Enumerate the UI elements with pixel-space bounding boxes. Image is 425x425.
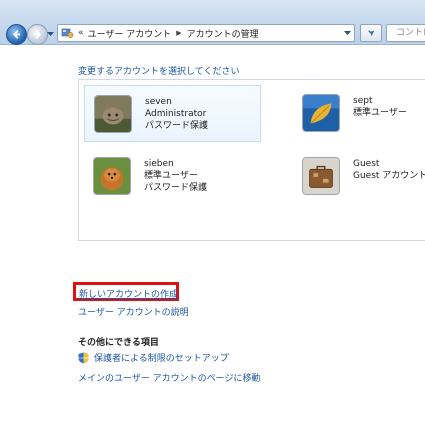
create-account-link[interactable]: 新しいアカウントの作成 <box>79 287 178 300</box>
arrow-left-icon <box>12 30 21 39</box>
content-area: 変更するアカウントを選択してください seven Administrator パ… <box>0 45 425 425</box>
cat-icon <box>94 95 132 133</box>
account-details: seven Administrator パスワード保護 <box>145 96 208 132</box>
account-name: seven <box>145 97 172 107</box>
navigation-bar: « ユーザー アカウント ▶ アカウントの管理 コントロール パネルの検索 <box>0 0 425 45</box>
account-description: Guest アカウントは <box>353 171 425 181</box>
account-tile-sieben[interactable]: sieben 標準ユーザー パスワード保護 <box>84 148 261 205</box>
account-details: sept 標準ユーザー <box>353 95 407 119</box>
search-input[interactable]: コントロール パネルの検索 <box>386 24 425 42</box>
refresh-button[interactable] <box>360 24 382 42</box>
breadcrumb-overflow-icon[interactable]: « <box>78 28 84 38</box>
leaf-icon <box>302 94 340 132</box>
forward-button[interactable] <box>27 24 48 45</box>
accounts-panel: seven Administrator パスワード保護 sept 標準ユーザー <box>78 79 425 241</box>
dog-icon <box>93 157 131 195</box>
account-name: sept <box>353 96 373 106</box>
recent-pages-dropdown[interactable] <box>47 31 54 37</box>
parental-controls-row[interactable]: 保護者による制限のセットアップ <box>78 351 229 364</box>
account-details: sieben 標準ユーザー パスワード保護 <box>144 158 207 194</box>
other-tasks-heading: その他にできる項目 <box>78 338 159 348</box>
account-type: 標準ユーザー <box>353 108 407 118</box>
arrow-right-icon <box>33 30 42 39</box>
account-type: 標準ユーザー <box>144 171 198 181</box>
account-name: Guest <box>353 159 380 169</box>
account-type: Administrator <box>145 109 207 119</box>
chevron-right-icon[interactable]: ▶ <box>176 29 181 37</box>
address-bar[interactable]: « ユーザー アカウント ▶ アカウントの管理 <box>57 24 355 42</box>
main-user-accounts-link[interactable]: メインのユーザー アカウントのページに移動 <box>78 371 261 384</box>
account-details: Guest Guest アカウントは <box>353 158 425 182</box>
shield-icon <box>78 352 89 364</box>
account-password-status: パスワード保護 <box>144 183 208 193</box>
suitcase-icon <box>302 157 340 195</box>
choose-account-heading: 変更するアカウントを選択してください <box>78 67 240 77</box>
account-tile-guest[interactable]: Guest Guest アカウントは <box>293 148 425 205</box>
back-button[interactable] <box>6 24 27 45</box>
user-accounts-explanation-link[interactable]: ユーザー アカウントの説明 <box>78 305 189 318</box>
account-password-status: パスワード保護 <box>145 121 209 131</box>
refresh-icon <box>367 29 374 36</box>
address-history-dropdown[interactable] <box>344 30 351 36</box>
account-tile-sept[interactable]: sept 標準ユーザー <box>293 85 425 142</box>
breadcrumb-manage-accounts[interactable]: アカウントの管理 <box>187 27 259 40</box>
breadcrumb-user-accounts[interactable]: ユーザー アカウント <box>88 27 172 40</box>
account-name: sieben <box>144 159 174 169</box>
parental-controls-link[interactable]: 保護者による制限のセットアップ <box>94 351 229 364</box>
account-tile-seven[interactable]: seven Administrator パスワード保護 <box>84 85 261 142</box>
control-panel-icon <box>61 27 74 39</box>
